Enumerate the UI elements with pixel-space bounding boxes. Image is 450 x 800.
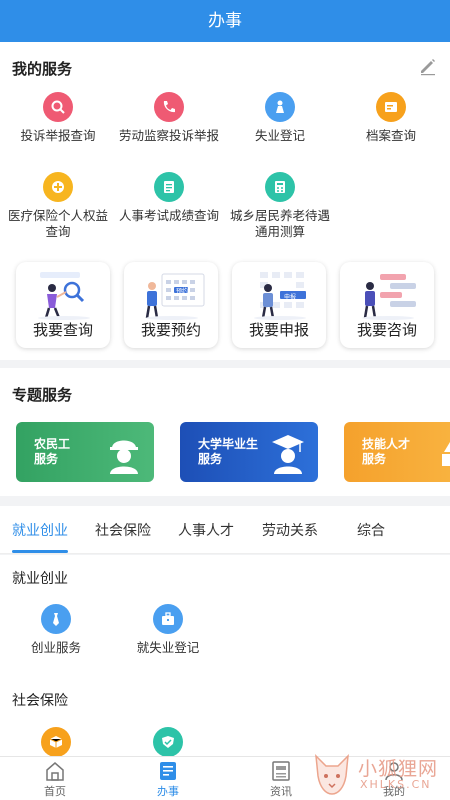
- service-labor-complaint[interactable]: 劳动监察投诉举报: [113, 92, 225, 144]
- active-tab-indicator: [12, 550, 68, 553]
- page-title: 办事: [0, 0, 450, 42]
- declare-tag: 申报: [284, 294, 297, 301]
- nav-news[interactable]: 资讯: [251, 761, 311, 799]
- tab-social-insurance[interactable]: 社会保险: [95, 520, 151, 540]
- service-medical-insurance-query[interactable]: 医疗保险个人权益查询: [2, 172, 114, 240]
- service-exam-score-query[interactable]: 人事考试成绩查询: [113, 172, 225, 224]
- fox-logo-icon: [315, 753, 349, 795]
- shield-icon: [153, 727, 183, 757]
- graduate-cap-icon: [272, 435, 304, 474]
- service-complaint-query[interactable]: 投诉举报查询: [2, 92, 114, 144]
- folder-icon: [376, 92, 406, 122]
- service-unemployment-registration[interactable]: 失业登记: [224, 92, 336, 144]
- card-label: 我要查询: [32, 321, 93, 339]
- service-social-insurance-1[interactable]: [0, 727, 112, 757]
- watermark: 小狐狸网 XHLKS.CN: [310, 748, 450, 800]
- appointment-tag: 预约: [176, 288, 189, 295]
- tab-personnel[interactable]: 人事人才: [178, 520, 234, 540]
- service-label: 投诉举报查询: [20, 128, 96, 143]
- card-label: 我要咨询: [356, 321, 417, 339]
- appointment-illustration: [145, 273, 205, 320]
- skill-icon: [442, 442, 450, 466]
- document-icon: [154, 172, 184, 202]
- declare-card[interactable]: 申报 我要申报: [232, 262, 326, 348]
- nav-label: 办事: [157, 785, 179, 798]
- card-label: 我要预约: [140, 321, 201, 339]
- search-icon: [43, 92, 73, 122]
- service-label: 档案查询: [365, 128, 416, 143]
- nav-label: 首页: [44, 785, 66, 798]
- service-entrepreneurship[interactable]: 创业服务: [0, 604, 112, 656]
- card-label: 我要申报: [248, 321, 309, 339]
- service-pension-calculation[interactable]: 城乡居民养老待遇通用测算: [224, 172, 336, 240]
- tab-labor-relations[interactable]: 劳动关系: [262, 520, 318, 540]
- category-tabs: 就业创业 社会保险 人事人才 劳动关系 综合: [0, 506, 450, 554]
- worker-helmet-icon: [110, 440, 138, 474]
- box-icon: [41, 727, 71, 757]
- service-label: 人事考试成绩查询: [119, 208, 220, 223]
- tab-comprehensive[interactable]: 综合: [357, 520, 385, 540]
- person-icon: [265, 92, 295, 122]
- tab-employment[interactable]: 就业创业: [12, 520, 68, 540]
- skilled-talent-banner[interactable]: 技能人才 服务: [344, 422, 450, 482]
- service-archive-query[interactable]: 档案查询: [335, 92, 447, 144]
- service-label: 医疗保险个人权益查询: [8, 208, 109, 239]
- briefcase-icon: [153, 604, 183, 634]
- consult-card[interactable]: 我要咨询: [340, 262, 434, 348]
- nav-service[interactable]: 办事: [138, 761, 198, 799]
- service-label: 失业登记: [254, 128, 305, 143]
- service-label: 创业服务: [30, 640, 81, 655]
- pencil-icon[interactable]: [418, 56, 438, 76]
- service-label: 劳动监察投诉举报: [119, 128, 220, 143]
- service-label: 就失业登记: [136, 640, 200, 655]
- my-services-title: 我的服务: [12, 60, 73, 78]
- calculator-icon: [265, 172, 295, 202]
- consult-illustration: [362, 274, 416, 320]
- graduates-banner[interactable]: 大学毕业生 服务: [180, 422, 318, 482]
- topic-services-title: 专题服务: [12, 386, 73, 404]
- phone-icon: [154, 92, 184, 122]
- service-social-insurance-2[interactable]: [112, 727, 224, 757]
- nav-home[interactable]: 首页: [25, 761, 85, 799]
- social-insurance-title: 社会保险: [12, 693, 68, 709]
- banner-text: 技能人才 服务: [362, 437, 411, 466]
- employment-title: 就业创业: [12, 571, 68, 587]
- watermark-url: XHLKS.CN: [360, 778, 432, 791]
- nav-label: 资讯: [270, 785, 292, 798]
- medical-icon: [43, 172, 73, 202]
- watermark-text: 小狐狸网: [358, 758, 439, 780]
- service-employment-registration[interactable]: 就失业登记: [112, 604, 224, 656]
- declare-illustration: [254, 272, 306, 320]
- tie-icon: [41, 604, 71, 634]
- service-icon: [160, 762, 176, 780]
- appointment-card[interactable]: 预约 我要预约: [124, 262, 218, 348]
- query-card[interactable]: 我要查询: [16, 262, 110, 348]
- migrant-workers-banner[interactable]: 农民工 服务: [16, 422, 154, 482]
- home-icon: [46, 762, 64, 781]
- query-illustration: [38, 272, 90, 320]
- service-label: 城乡居民养老待遇通用测算: [230, 208, 331, 239]
- news-icon: [272, 761, 290, 781]
